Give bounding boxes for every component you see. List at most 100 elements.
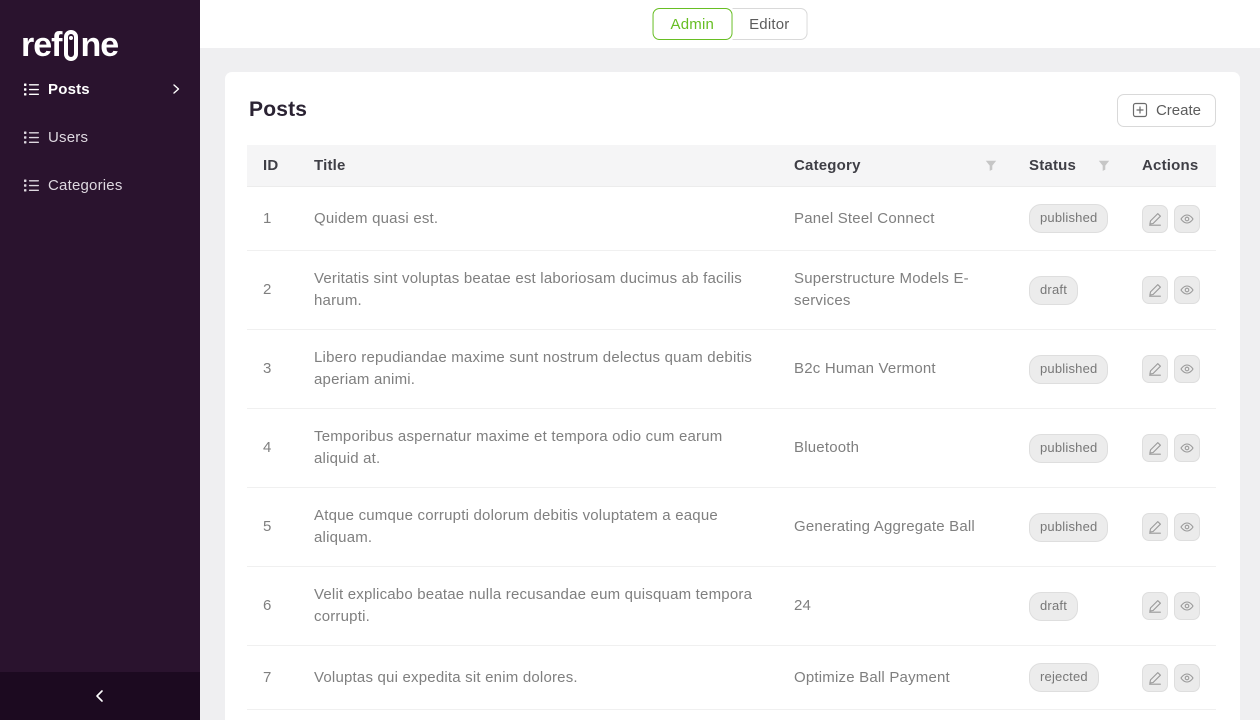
status-badge: rejected [1029,663,1099,692]
cell-status: rejected [1013,646,1126,710]
edit-pencil-icon [1148,362,1162,376]
eye-icon [1180,212,1194,226]
cell-id: 7 [247,646,298,710]
filter-funnel-icon[interactable] [985,160,997,172]
posts-table: ID Title Category Status Actions 1 Quide… [247,145,1216,720]
cell-title: Quidem quasi est. [298,187,778,251]
sidebar-item-categories[interactable]: Categories [0,161,200,209]
column-header-title: Title [298,145,778,187]
edit-button[interactable] [1142,592,1168,620]
edit-button[interactable] [1142,205,1168,233]
column-header-label: ID [263,157,278,174]
cell-category: Generating Aggregate Ball [778,488,1013,567]
cell-status [1013,710,1126,720]
table-body: 1 Quidem quasi est. Panel Steel Connect … [247,187,1216,720]
sidebar-item-posts[interactable]: Posts [0,65,200,113]
edit-button[interactable] [1142,276,1168,304]
cell-id [247,710,298,720]
cell-category: B2c Human Vermont [778,330,1013,409]
logo-text-left: ref [21,28,61,62]
sidebar-menu: Posts Users Categories [0,65,200,209]
edit-button[interactable] [1142,355,1168,383]
cell-category: Optimize Ball Payment [778,646,1013,710]
cell-title [298,710,778,720]
refine-logo[interactable]: ref ne [0,0,200,62]
cell-title: Velit explicabo beatae nulla recusandae … [298,567,778,646]
cell-title: Voluptas qui expedita sit enim dolores. [298,646,778,710]
unordered-list-icon [24,82,39,97]
show-button[interactable] [1174,664,1200,692]
table-row: Intelligent Dynamic [247,710,1216,720]
logo-text-right: ne [80,28,118,62]
sidebar-item-label: Users [48,129,182,146]
cell-id: 5 [247,488,298,567]
cell-id: 2 [247,251,298,330]
eye-icon [1180,362,1194,376]
cell-category: 24 [778,567,1013,646]
cell-status: published [1013,488,1126,567]
show-button[interactable] [1174,513,1200,541]
status-badge: draft [1029,592,1078,621]
edit-pencil-icon [1148,441,1162,455]
cell-status: published [1013,187,1126,251]
sidebar-item-users[interactable]: Users [0,113,200,161]
cell-status: draft [1013,251,1126,330]
edit-button[interactable] [1142,434,1168,462]
sidebar-item-label: Categories [48,177,182,194]
create-button-label: Create [1156,102,1201,119]
unordered-list-icon [24,130,39,145]
column-header-label: Category [794,157,861,174]
cell-id: 6 [247,567,298,646]
cell-title: Temporibus aspernatur maxime et tempora … [298,409,778,488]
logo-i-glyph [64,30,78,61]
show-button[interactable] [1174,434,1200,462]
table-row: 6 Velit explicabo beatae nulla recusanda… [247,567,1216,646]
edit-pencil-icon [1148,520,1162,534]
posts-card: Posts Create ID Title Category [225,72,1240,720]
status-badge: published [1029,434,1108,463]
table-row: 3 Libero repudiandae maxime sunt nostrum… [247,330,1216,409]
show-button[interactable] [1174,205,1200,233]
cell-title: Atque cumque corrupti dolorum debitis vo… [298,488,778,567]
status-badge: published [1029,355,1108,384]
column-header-label: Title [314,157,346,174]
column-header-label: Actions [1142,157,1198,174]
cell-id: 1 [247,187,298,251]
cell-category: Bluetooth [778,409,1013,488]
cell-actions [1126,567,1216,646]
table-row: 7 Voluptas qui expedita sit enim dolores… [247,646,1216,710]
edit-button[interactable] [1142,664,1168,692]
eye-icon [1180,599,1194,613]
edit-button[interactable] [1142,513,1168,541]
edit-pencil-icon [1148,599,1162,613]
role-segment-admin[interactable]: Admin [653,8,733,40]
cell-category: Intelligent Dynamic [778,710,1013,720]
table-header: ID Title Category Status Actions [247,145,1216,187]
column-header-actions: Actions [1126,145,1216,187]
cell-status: published [1013,409,1126,488]
column-header-category: Category [778,145,1013,187]
table-row: 4 Temporibus aspernatur maxime et tempor… [247,409,1216,488]
chevron-right-icon [170,83,182,95]
role-segment-editor[interactable]: Editor [732,8,807,40]
sidebar-item-label: Posts [48,81,170,98]
table-row: 1 Quidem quasi est. Panel Steel Connect … [247,187,1216,251]
role-segment-label: Editor [749,16,789,33]
filter-funnel-icon[interactable] [1098,160,1110,172]
cell-category: Panel Steel Connect [778,187,1013,251]
chevron-left-icon [93,689,107,703]
show-button[interactable] [1174,276,1200,304]
cell-category: Superstructure Models E-services [778,251,1013,330]
sidebar: ref ne Posts Users Categories [0,0,200,720]
eye-icon [1180,441,1194,455]
eye-icon [1180,671,1194,685]
create-button[interactable]: Create [1117,94,1216,127]
cell-title: Libero repudiandae maxime sunt nostrum d… [298,330,778,409]
show-button[interactable] [1174,355,1200,383]
cell-actions [1126,330,1216,409]
main-content: Posts Create ID Title Category [200,48,1260,720]
sidebar-collapse-button[interactable] [0,672,200,720]
column-header-label: Status [1029,157,1076,174]
cell-actions [1126,251,1216,330]
show-button[interactable] [1174,592,1200,620]
